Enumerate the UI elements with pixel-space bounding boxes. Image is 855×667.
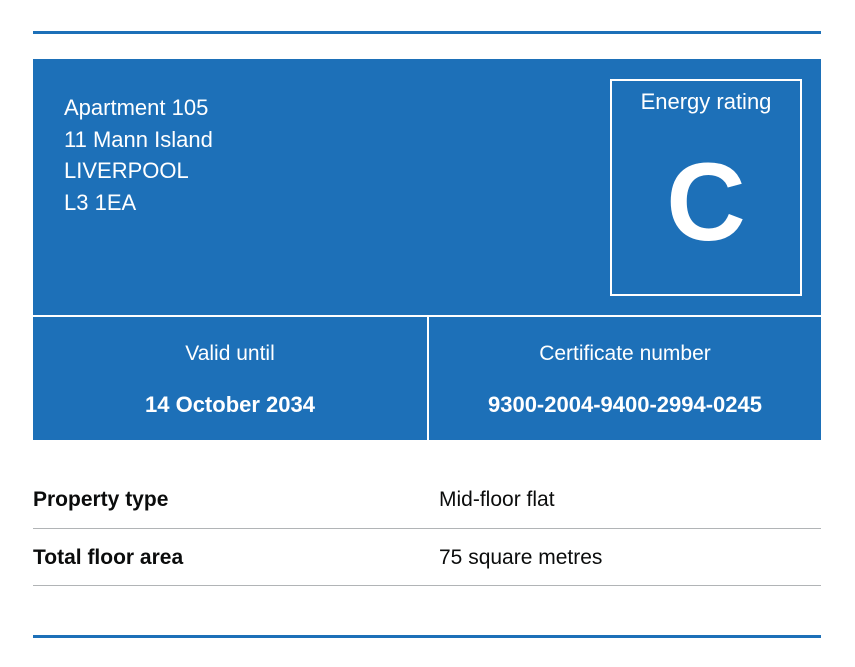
address-postcode: L3 1EA bbox=[64, 189, 137, 215]
valid-until-label: Valid until bbox=[185, 342, 275, 365]
energy-rating-box: Energy rating C bbox=[610, 79, 802, 296]
epc-header-panel: Apartment 105 11 Mann Island LIVERPOOL L… bbox=[33, 59, 821, 440]
summary-key: Total floor area bbox=[33, 546, 184, 569]
property-address: Apartment 105 11 Mann Island LIVERPOOL L… bbox=[64, 92, 213, 218]
valid-until-cell: Valid until 14 October 2034 bbox=[33, 317, 427, 440]
property-summary-list: Property type Mid-floor flat Total floor… bbox=[33, 471, 821, 586]
top-section-break bbox=[33, 31, 821, 34]
address-line-3: LIVERPOOL bbox=[64, 158, 189, 183]
summary-key: Property type bbox=[33, 488, 169, 511]
summary-value: 75 square metres bbox=[439, 546, 603, 569]
summary-row-property-type: Property type Mid-floor flat bbox=[33, 471, 821, 529]
energy-rating-letter: C bbox=[666, 141, 746, 264]
certificate-number-cell: Certificate number 9300-2004-9400-2994-0… bbox=[429, 317, 821, 440]
certificate-number-value: 9300-2004-9400-2994-0245 bbox=[487, 392, 762, 417]
address-line-2: 11 Mann Island bbox=[64, 126, 213, 152]
energy-rating-label: Energy rating bbox=[640, 89, 772, 114]
summary-value: Mid-floor flat bbox=[439, 488, 555, 511]
valid-until-date: 14 October 2034 bbox=[145, 392, 315, 417]
certificate-number-label: Certificate number bbox=[539, 342, 711, 365]
summary-row-total-floor-area: Total floor area 75 square metres bbox=[33, 529, 821, 586]
address-line-1: Apartment 105 bbox=[64, 95, 209, 120]
bottom-section-break bbox=[33, 635, 821, 638]
